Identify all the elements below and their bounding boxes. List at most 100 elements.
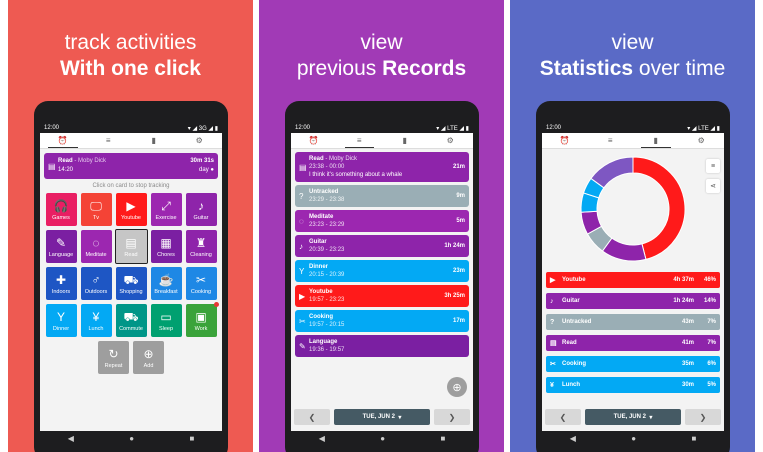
tab-tracker[interactable]: ⏰ bbox=[542, 133, 588, 148]
tab-statistics[interactable]: ▮ bbox=[131, 133, 177, 148]
recents-icon[interactable]: ■ bbox=[691, 434, 696, 443]
activity-tile-label: Cooking bbox=[190, 288, 212, 295]
recents-icon[interactable]: ■ bbox=[440, 434, 445, 443]
stat-percent: 5% bbox=[707, 382, 716, 388]
android-nav-bar: ◀ ● ■ bbox=[542, 431, 724, 445]
current-activity-card[interactable]: ▤ Read - Moby Dick 14:20 30m 31s day ● bbox=[44, 153, 218, 179]
home-icon[interactable]: ● bbox=[631, 434, 636, 443]
activity-tile-work[interactable]: ▣ Work bbox=[185, 302, 219, 337]
gear-icon: ⚙ bbox=[446, 136, 454, 145]
activity-tile-label: Youtube bbox=[121, 214, 141, 221]
home-icon[interactable]: ● bbox=[380, 434, 385, 443]
activity-tile-youtube[interactable]: ▶ Youtube bbox=[115, 193, 147, 226]
tab-records[interactable]: ≡ bbox=[588, 133, 634, 148]
record-row[interactable]: ♪ Guitar 20:39 - 23:23 1h 24m bbox=[295, 235, 469, 257]
next-day-button[interactable]: ❯ bbox=[685, 409, 721, 425]
activity-tile-lunch[interactable]: ¥ Lunch bbox=[80, 304, 112, 337]
stat-row[interactable]: ? Untracked 43m 7% bbox=[546, 314, 720, 330]
stat-name: Lunch bbox=[562, 382, 580, 388]
tab-records[interactable]: ≡ bbox=[86, 133, 132, 148]
current-activity-duration: 30m 31s bbox=[190, 158, 214, 164]
record-row[interactable]: Y Dinner 20:15 - 20:39 23m bbox=[295, 260, 469, 282]
record-row[interactable]: ▶ Youtube 19:57 - 23:23 3h 25m bbox=[295, 285, 469, 307]
activity-tile-cooking[interactable]: ✂ Cooking bbox=[185, 267, 217, 300]
tab-statistics[interactable]: ▮ bbox=[633, 133, 679, 148]
record-row[interactable]: ▤ Read - Moby Dick 23:38 - 00:00 I think it… bbox=[295, 152, 469, 182]
activity-tile-meditate[interactable]: ◌ Meditate bbox=[80, 230, 112, 263]
next-day-button[interactable]: ❯ bbox=[434, 409, 470, 425]
activity-tile-label: Games bbox=[52, 214, 70, 221]
activity-tile-label: Commute bbox=[119, 325, 143, 332]
stat-row[interactable]: ♪ Guitar 1h 24m 14% bbox=[546, 293, 720, 309]
stat-row[interactable]: ▶ Youtube 4h 37m 46% bbox=[546, 272, 720, 288]
activity-tile-games[interactable]: 🎧 Games bbox=[45, 193, 77, 226]
date-picker[interactable]: TUE, JUN 2 ▾ bbox=[585, 409, 681, 425]
filter-button[interactable]: ≡ bbox=[706, 159, 720, 173]
record-row[interactable]: ? Untracked 23:29 - 23:38 9m bbox=[295, 185, 469, 207]
activity-tile-dinner[interactable]: Y Dinner bbox=[45, 304, 77, 337]
activity-tile-language[interactable]: ✎ Language bbox=[45, 230, 77, 263]
activity-tile-sleep[interactable]: ▭ Sleep bbox=[150, 304, 182, 337]
activity-tile-indoors[interactable]: ✚ Indoors bbox=[45, 267, 77, 300]
read-icon: ▤ bbox=[125, 235, 137, 250]
activity-grid: 🎧 Games 🖵 Tv ▶ Youtube ⤢ Exercise ♪ Guitar ✎ Langua… bbox=[40, 193, 222, 337]
activity-tile-guitar[interactable]: ♪ Guitar bbox=[185, 193, 217, 226]
tab-tracker[interactable]: ⏰ bbox=[40, 133, 86, 148]
add-button[interactable]: ⊕ Add bbox=[133, 341, 164, 374]
current-activity-start: 14:20 bbox=[58, 167, 74, 173]
book-icon: ▤ bbox=[48, 161, 56, 171]
plus-icon: ⊕ bbox=[452, 381, 462, 394]
status-bar: 12:00 ▾ ◢ 3G ◢ ▮ bbox=[40, 123, 222, 133]
outdoors-icon: ♂ bbox=[91, 272, 101, 287]
untracked-icon: ? bbox=[550, 318, 555, 326]
home-icon[interactable]: ● bbox=[129, 434, 134, 443]
activity-tile-read[interactable]: ▤ Read bbox=[114, 229, 148, 264]
previous-day-button[interactable]: ❮ bbox=[294, 409, 330, 425]
recents-icon[interactable]: ■ bbox=[189, 434, 194, 443]
record-name: Guitar bbox=[309, 239, 327, 245]
tab-statistics[interactable]: ▮ bbox=[382, 133, 428, 148]
phone-screen: 12:00 ▾ ◢ LTE ◢ ▮ ⏰ ≡ ▮ ⚙ ▤ Read - Moby D… bbox=[291, 123, 473, 445]
youtube-icon: ▶ bbox=[126, 198, 136, 213]
stat-row[interactable]: ✂ Cooking 35m 6% bbox=[546, 356, 720, 372]
back-icon[interactable]: ◀ bbox=[68, 434, 74, 443]
back-icon[interactable]: ◀ bbox=[570, 434, 576, 443]
tab-settings[interactable]: ⚙ bbox=[679, 133, 725, 148]
tab-settings[interactable]: ⚙ bbox=[177, 133, 223, 148]
add-record-button[interactable]: ⊕ bbox=[447, 377, 467, 397]
activity-tile-chores[interactable]: ▦ Chores bbox=[150, 230, 182, 263]
activity-tile-commute[interactable]: ⛟ Commute bbox=[115, 304, 147, 337]
activity-tile-outdoors[interactable]: ♂ Outdoors bbox=[80, 267, 112, 300]
back-icon[interactable]: ◀ bbox=[319, 434, 325, 443]
record-row[interactable]: ✎ Language 19:36 - 19:57 bbox=[295, 335, 469, 357]
activity-tile-exercise[interactable]: ⤢ Exercise bbox=[150, 193, 182, 226]
record-name: Cooking bbox=[309, 314, 333, 320]
day-label: day bbox=[199, 167, 209, 173]
repeat-button[interactable]: ↻ Repeat bbox=[98, 341, 129, 374]
share-button[interactable]: ⋖ bbox=[706, 179, 720, 193]
record-row[interactable]: ◌ Meditate 23:23 - 23:29 5m bbox=[295, 210, 469, 232]
record-title-line: Guitar bbox=[309, 238, 444, 246]
activity-tile-tv[interactable]: 🖵 Tv bbox=[80, 193, 112, 226]
notification-badge bbox=[213, 302, 219, 307]
stat-row[interactable]: ▤ Read 41m 7% bbox=[546, 335, 720, 351]
tab-settings[interactable]: ⚙ bbox=[428, 133, 474, 148]
record-time-range: 23:38 - 00:00 bbox=[309, 164, 345, 170]
cooking-icon: ✂ bbox=[550, 361, 556, 368]
phone-screen: 12:00 ▾ ◢ 3G ◢ ▮ ⏰ ≡ ▮ ⚙ ▤ Read - Moby D… bbox=[40, 123, 222, 445]
stat-percent: 7% bbox=[707, 340, 716, 346]
date-picker[interactable]: TUE, JUN 2 ▾ bbox=[334, 409, 430, 425]
activity-tile-shopping[interactable]: ⛟ Shopping bbox=[115, 267, 147, 300]
stat-time: 30m bbox=[681, 382, 694, 388]
activity-tile-cleaning[interactable]: ♜ Cleaning bbox=[185, 230, 217, 263]
tab-tracker[interactable]: ⏰ bbox=[291, 133, 337, 148]
tab-records[interactable]: ≡ bbox=[337, 133, 383, 148]
activity-tile-breakfast[interactable]: ☕ Breakfast bbox=[150, 267, 182, 300]
record-info: Language 19:36 - 19:57 bbox=[309, 338, 465, 354]
record-row[interactable]: ✂ Cooking 19:57 - 20:15 17m bbox=[295, 310, 469, 332]
stat-row[interactable]: ¥ Lunch 30m 5% bbox=[546, 377, 720, 393]
donut-slice-other[interactable] bbox=[590, 156, 634, 189]
previous-day-button[interactable]: ❮ bbox=[545, 409, 581, 425]
tab-bar: ⏰ ≡ ▮ ⚙ bbox=[542, 133, 724, 149]
statistics-donut-chart[interactable] bbox=[542, 149, 724, 267]
